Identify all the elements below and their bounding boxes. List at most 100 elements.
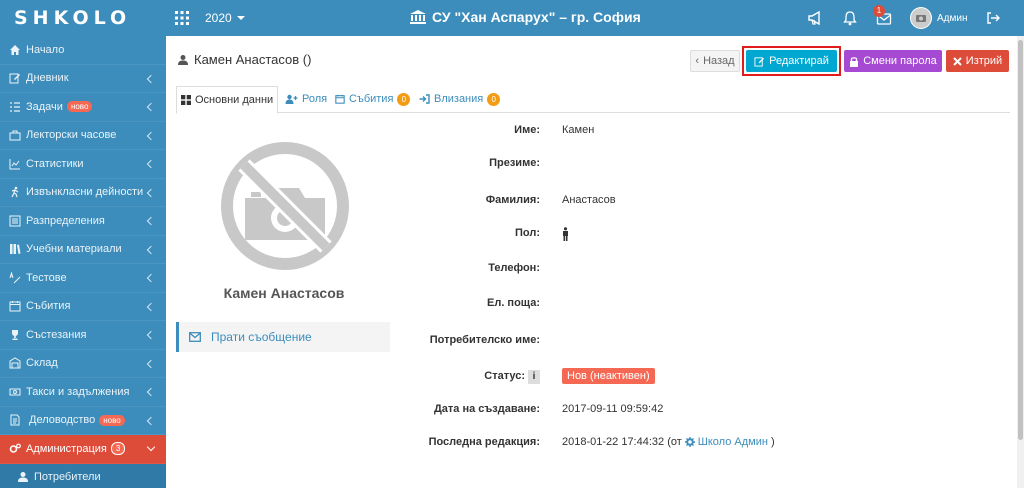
tab-label: Влизания	[434, 93, 484, 105]
school-name: СУ "Хан Аспарух" – гр. София	[432, 9, 641, 25]
sidebar-item-tasks[interactable]: Задачи ново	[0, 93, 166, 122]
tab-label: Роля	[302, 93, 328, 105]
calendar-icon	[335, 94, 345, 104]
change-password-button[interactable]: Смени парола	[844, 50, 942, 72]
chevron-left-icon	[146, 74, 156, 83]
trophy-icon	[12, 329, 18, 340]
sidebar-item-records[interactable]: Деловодство ново	[0, 407, 166, 435]
top-navbar: SHKOLO 2020 СУ "Хан Аспарух" – гр. София…	[0, 0, 1024, 36]
sidebar-item-diary[interactable]: Дневник	[0, 65, 166, 93]
count-badge: 3	[110, 442, 126, 456]
user-icon	[178, 54, 188, 65]
chevron-left-icon	[146, 387, 156, 397]
chevron-left-icon: ‹	[695, 55, 700, 67]
status-value: Нов (неактивен)	[562, 368, 655, 384]
tab-basic-data[interactable]: Основни данни	[176, 86, 279, 114]
sidebar-item-label: Начало	[26, 43, 65, 56]
user-icon	[18, 472, 28, 483]
chevron-left-icon	[146, 302, 156, 311]
logout-icon[interactable]	[985, 10, 1001, 26]
sidebar-item-competitions[interactable]: Състезания	[0, 321, 166, 350]
edit-button[interactable]: Редактирай	[746, 50, 837, 72]
edit-icon	[754, 56, 765, 67]
detail-row-email: Ел. поща:	[400, 297, 1010, 315]
new-badge: ново	[66, 101, 93, 113]
gender-label: Пол:	[514, 227, 540, 239]
sidebar-item-statistics[interactable]: Статистики	[0, 150, 166, 179]
sidebar-item-label: Статистики	[26, 157, 84, 170]
scrollbar-thumb[interactable]	[1018, 40, 1023, 440]
updated-by-link[interactable]: Школо Админ	[698, 436, 768, 448]
chevron-left-icon	[146, 216, 156, 226]
school-building-icon	[410, 10, 426, 24]
sidebar-item-extracurricular[interactable]: Извънкласни дейности	[0, 179, 166, 207]
school-title: СУ "Хан Аспарух" – гр. София	[410, 9, 641, 25]
edit-icon	[9, 73, 20, 84]
sidebar-item-learning-materials[interactable]: Учебни материали	[0, 236, 166, 264]
sidebar-item-label: Учебни материали	[26, 243, 122, 256]
logins-count-badge: 0	[487, 92, 501, 106]
sidebar-item-events[interactable]: Събития	[0, 293, 166, 321]
grid-icon	[181, 95, 191, 105]
back-button[interactable]: ‹ Назад	[690, 50, 740, 72]
sidebar-item-lecture-hours[interactable]: Лекторски часове	[0, 122, 166, 150]
change-password-label: Смени парола	[863, 55, 937, 67]
created-label: Дата на създаване:	[433, 403, 540, 415]
chevron-left-icon	[146, 330, 156, 340]
logo[interactable]: SHKOLO	[14, 6, 154, 30]
sidebar-item-label: Деловодство	[29, 414, 96, 427]
sidebar-item-home[interactable]: Начало	[0, 36, 166, 65]
megaphone-icon[interactable]	[807, 10, 823, 26]
year-selector[interactable]: 2020	[205, 11, 232, 25]
no-photo-icon	[221, 142, 349, 270]
notification-badge: 1	[873, 5, 885, 17]
no-photo-avatar-icon	[911, 8, 931, 28]
chevron-left-icon	[146, 245, 156, 254]
detail-row-middle-name: Презиме:	[400, 157, 1010, 175]
status-label-text: Статус:	[484, 370, 525, 382]
tab-role[interactable]: Роля	[285, 85, 327, 113]
chevron-left-icon	[146, 159, 156, 169]
detail-row-created: Дата на създаване: 2017-09-11 09:59:42	[400, 403, 1010, 421]
sidebar: Начало Дневник Задачи ново Лекторски час…	[0, 36, 166, 488]
bell-icon[interactable]	[842, 10, 858, 26]
user-plus-icon	[285, 94, 298, 104]
send-message-button[interactable]: Прати съобщение	[176, 322, 390, 352]
gender-value	[562, 227, 569, 241]
sidebar-item-label: Потребители	[34, 471, 101, 484]
apps-grid-icon[interactable]	[175, 11, 189, 25]
sidebar-item-label: Разпределения	[26, 214, 105, 227]
sidebar-item-fees[interactable]: Такси и задължения	[0, 378, 166, 407]
tab-events[interactable]: Събития 0	[335, 85, 411, 113]
detail-row-username: Потребителско име:	[400, 334, 1010, 352]
user-name[interactable]: Админ	[937, 13, 968, 24]
sidebar-item-warehouse[interactable]: Склад	[0, 350, 166, 378]
avatar[interactable]	[910, 7, 932, 29]
delete-button[interactable]: Изтрий	[946, 50, 1009, 72]
sidebar-item-users[interactable]: Потребители	[0, 463, 166, 488]
last-name-value: Анастасов	[562, 194, 616, 206]
sidebar-item-tests[interactable]: Тестове	[0, 264, 166, 293]
phone-label: Телефон:	[488, 262, 540, 274]
last-name-label: Фамилия:	[485, 194, 540, 206]
detail-row-updated: Последна редакция: 2018-01-22 17:44:32 (…	[400, 436, 1010, 454]
detail-row-first-name: Име: Камен	[400, 124, 1010, 142]
status-badge: Нов (неактивен)	[562, 368, 655, 384]
chevron-left-icon	[146, 416, 156, 425]
list-icon	[9, 215, 21, 227]
sidebar-item-label: Тестове	[26, 271, 67, 284]
delete-button-label: Изтрий	[965, 55, 1003, 67]
updated-label: Последна редакция:	[428, 436, 540, 448]
sidebar-item-label: Администрация	[26, 442, 107, 455]
middle-name-label: Презиме:	[489, 157, 540, 169]
caret-down-icon	[237, 16, 245, 20]
tab-logins[interactable]: Влизания 0	[419, 85, 501, 113]
sidebar-item-label: Събития	[26, 300, 71, 313]
home-icon	[10, 44, 20, 55]
tasks-icon	[10, 102, 20, 112]
sidebar-item-administration[interactable]: Администрация 3	[0, 435, 166, 464]
sidebar-item-distributions[interactable]: Разпределения	[0, 207, 166, 236]
sidebar-item-label: Такси и задължения	[26, 385, 130, 398]
info-icon[interactable]: i	[528, 370, 540, 384]
tab-label: Събития	[349, 93, 394, 105]
